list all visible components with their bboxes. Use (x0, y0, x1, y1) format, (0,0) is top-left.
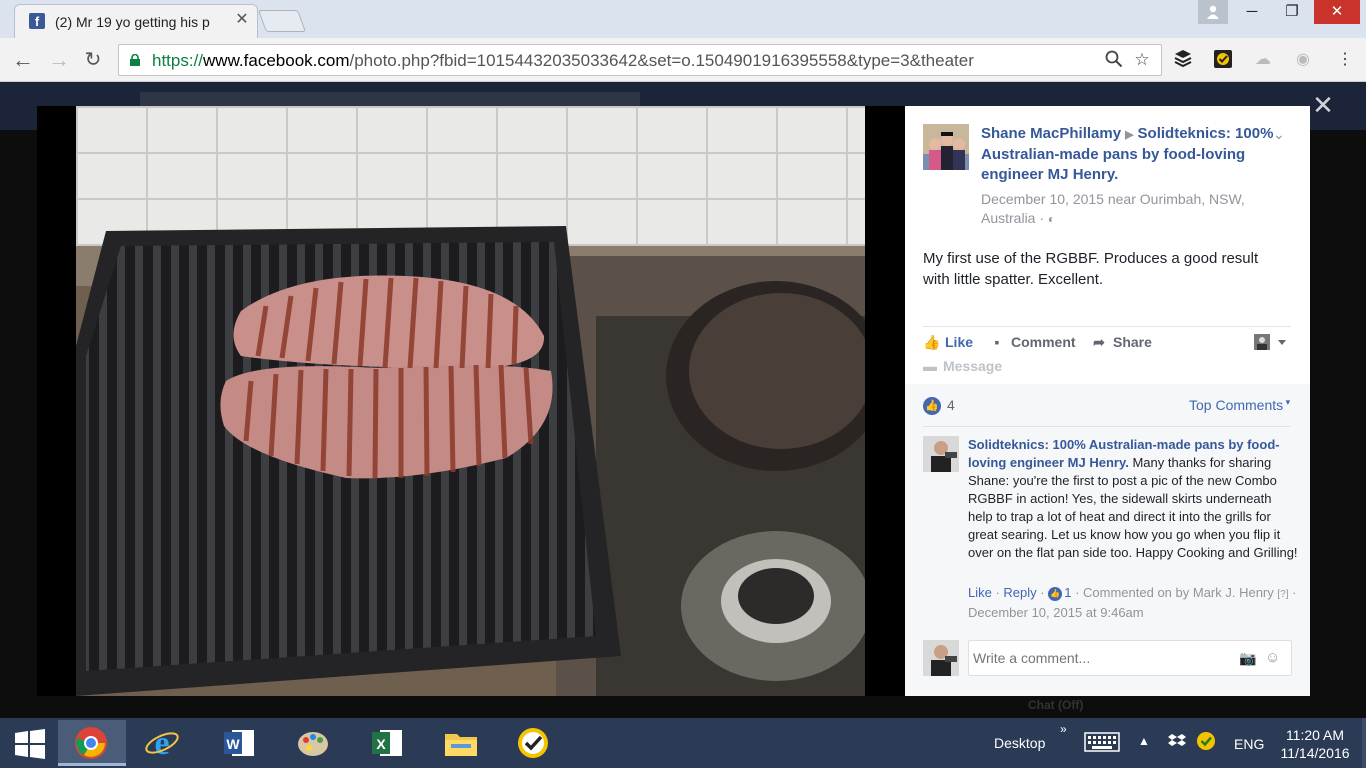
browser-titlebar: f (2) Mr 19 yo getting his p ✕ ─ ❐ ✕ (0, 0, 1366, 38)
comment-input[interactable] (973, 650, 1223, 666)
extension-icon[interactable]: ◉ (1292, 49, 1314, 71)
clock[interactable]: 11:20 AM 11/14/2016 (1270, 726, 1360, 762)
chevron-down-icon[interactable]: ⌄ (1273, 126, 1285, 143)
maximize-icon[interactable]: ❐ (1272, 0, 1312, 24)
star-icon[interactable]: ☆ (1132, 50, 1152, 70)
chat-status[interactable]: Chat (Off) (1028, 698, 1083, 712)
svg-text:X: X (376, 736, 386, 752)
browser-toolbar: ← → ↻ https://www.facebook.com/photo.php… (0, 38, 1366, 82)
menu-icon[interactable]: ⋮ (1334, 49, 1356, 71)
folder-icon[interactable] (428, 720, 496, 766)
like-button[interactable]: 👍 Like (923, 334, 973, 351)
reaction-summary[interactable]: 👍 4 (923, 397, 955, 416)
paint-icon[interactable] (280, 720, 348, 766)
post-author-line: Shane MacPhillamy ▶ Solidteknics: 100% Aus… (981, 124, 1281, 185)
keyboard-icon[interactable] (1084, 732, 1120, 755)
post-panel: Shane MacPhillamy ▶ Solidteknics: 100% Aus… (905, 106, 1310, 696)
photo-stage (37, 106, 905, 696)
divider (923, 426, 1291, 427)
camera-icon[interactable]: 📷 (1239, 650, 1256, 667)
norton-ext-icon[interactable] (1212, 49, 1234, 71)
search-icon[interactable] (1104, 50, 1124, 70)
like-icon: 👍 (923, 397, 941, 416)
back-icon[interactable]: ← (10, 47, 36, 73)
url-text: https://www.facebook.com/photo.php?fbid=… (152, 51, 974, 70)
dropbox-icon[interactable] (1168, 732, 1186, 753)
profile-icon[interactable] (1198, 0, 1228, 24)
norton-tray-icon[interactable] (1196, 731, 1216, 754)
new-tab-button[interactable] (257, 10, 307, 32)
comment-icon: ▪ (994, 334, 1000, 350)
chrome-icon[interactable] (58, 720, 126, 766)
reload-icon[interactable]: ↻ (80, 47, 106, 73)
top-comments-dropdown[interactable]: Top Comments ▾ (1189, 397, 1290, 413)
arrow-right-icon: ▶ (1125, 129, 1134, 141)
windows-icon[interactable] (0, 720, 60, 766)
post-photo[interactable] (76, 106, 865, 696)
norton-icon[interactable] (500, 720, 568, 766)
comment-date[interactable]: December 10, 2015 at 9:46am (968, 605, 1144, 620)
lock-icon (130, 54, 140, 66)
like-icon: 👍 (1048, 586, 1063, 601)
post-meta: December 10, 2015 near Ourimbah, NSW, Au… (981, 190, 1271, 229)
comment-like-count[interactable]: 1 (1064, 585, 1071, 600)
show-desktop-button[interactable] (1362, 718, 1366, 768)
like-icon: 👍 (923, 334, 941, 350)
chevron-right-icon[interactable]: » (1060, 722, 1067, 736)
comment-reply-link[interactable]: Reply (1003, 585, 1036, 600)
address-bar[interactable]: https://www.facebook.com/photo.php?fbid=… (118, 44, 1162, 76)
forward-icon[interactable]: → (46, 47, 72, 73)
commenter-avatar[interactable] (923, 436, 959, 472)
help-marker[interactable]: [?] (1277, 589, 1288, 600)
tab-close-icon[interactable]: ✕ (233, 11, 251, 29)
comment-box[interactable]: 📷 ☺ (968, 640, 1292, 676)
desktop-toolbar[interactable]: Desktop (994, 735, 1045, 751)
globe-icon: ◐ (1047, 212, 1056, 226)
message-button[interactable]: ▬ Message (923, 358, 1002, 374)
ie-icon[interactable]: e (130, 720, 198, 766)
taskbar: e W X Desktop » ▲ ENG 11:20 AM 11/14/2016 (0, 718, 1366, 768)
post-date-location[interactable]: December 10, 2015 near Ourimbah, NSW, Au… (981, 191, 1245, 226)
comment-meta: Like · Reply · 👍 1 · Commented on by Mark… (968, 585, 1297, 620)
svg-text:W: W (226, 736, 240, 752)
browser-tab[interactable]: f (2) Mr 19 yo getting his p ✕ (14, 4, 258, 38)
post-text: My first use of the RGBBF. Produces a go… (923, 250, 1259, 288)
comment-button[interactable]: ▪ Comment (989, 334, 1076, 350)
cloud-icon[interactable]: ☁ (1252, 49, 1274, 71)
smile-icon[interactable]: ☺ (1265, 649, 1280, 666)
word-icon[interactable]: W (206, 720, 274, 766)
window-close-icon[interactable]: ✕ (1314, 0, 1360, 24)
divider (923, 326, 1291, 327)
share-icon: ➦ (1093, 334, 1105, 350)
minimize-icon[interactable]: ─ (1232, 0, 1272, 24)
author-avatar[interactable] (923, 124, 969, 170)
svg-text:e: e (154, 725, 169, 761)
share-button[interactable]: ➦ Share (1091, 334, 1152, 351)
tab-title: (2) Mr 19 yo getting his p (55, 14, 210, 30)
excel-icon[interactable]: X (354, 720, 422, 766)
author-link[interactable]: Shane MacPhillamy (981, 125, 1121, 142)
comment-like-link[interactable]: Like (968, 585, 992, 600)
layers-icon[interactable] (1172, 49, 1194, 71)
page-picker[interactable] (1254, 334, 1290, 352)
tray-expand-icon[interactable]: ▲ (1138, 734, 1150, 748)
language-indicator[interactable]: ENG (1234, 736, 1264, 752)
comment-text: Solidteknics: 100% Australian-made pans … (968, 437, 1298, 560)
facebook-icon: f (29, 13, 45, 29)
commented-by: Commented on by Mark J. Henry (1083, 585, 1274, 600)
close-icon[interactable]: ✕ (1310, 92, 1336, 118)
my-avatar (923, 640, 959, 676)
